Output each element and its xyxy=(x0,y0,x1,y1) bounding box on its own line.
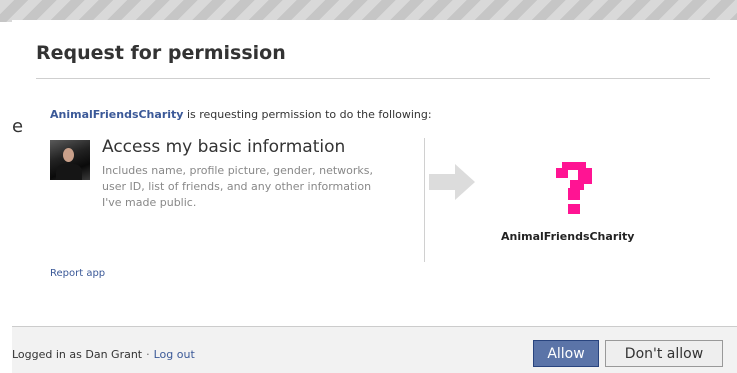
dont-allow-button[interactable]: Don't allow xyxy=(605,340,723,367)
dialog-title: Request for permission xyxy=(36,42,286,64)
dialog-footer: Logged in as Dan Grant · Log out Allow Don… xyxy=(12,326,737,373)
section-divider xyxy=(424,138,425,262)
intro-text: is requesting permission to do the follo… xyxy=(183,108,432,121)
app-name-link[interactable]: AnimalFriendsCharity xyxy=(50,108,183,121)
separator: · xyxy=(146,348,150,361)
report-app-link[interactable]: Report app xyxy=(50,268,105,279)
app-name-label: AnimalFriendsCharity xyxy=(501,230,635,243)
arrow-right-icon xyxy=(429,164,475,200)
background-stripes xyxy=(0,0,737,22)
permission-intro: AnimalFriendsCharity is requesting permi… xyxy=(50,108,432,121)
permission-description: Includes name, profile picture, gender, … xyxy=(102,164,373,209)
logout-link[interactable]: Log out xyxy=(154,348,195,361)
logged-in-text: Logged in as Dan Grant xyxy=(12,348,143,361)
title-divider xyxy=(36,78,710,79)
logged-in-status: Logged in as Dan Grant · Log out xyxy=(12,348,195,361)
user-avatar xyxy=(50,140,90,180)
background-text: e xyxy=(12,116,24,137)
permission-title: Access my basic information xyxy=(102,137,346,157)
permission-dialog: e Request for permission AnimalFriendsCh… xyxy=(12,20,737,373)
question-mark-icon xyxy=(556,162,592,214)
allow-button[interactable]: Allow xyxy=(533,340,599,367)
